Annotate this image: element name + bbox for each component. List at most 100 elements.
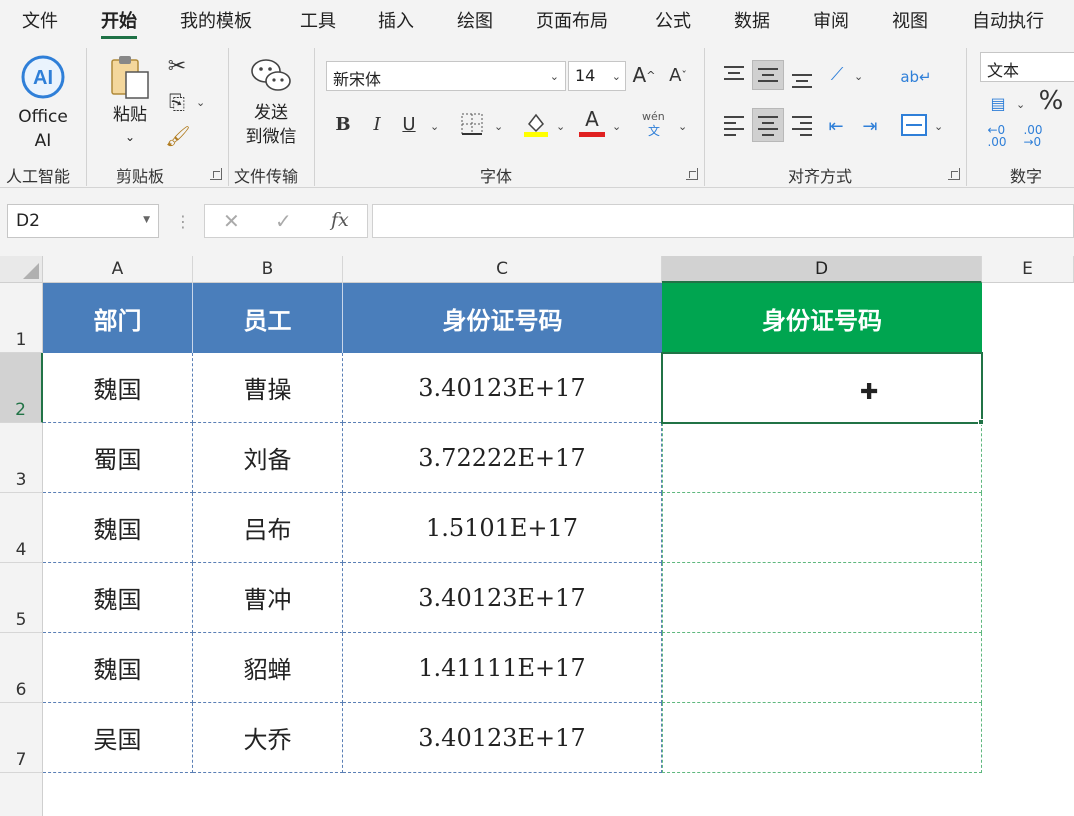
cell-d6[interactable] — [662, 633, 982, 703]
cell-d3[interactable] — [662, 423, 982, 493]
underline-button[interactable]: U — [398, 110, 420, 138]
tab-home[interactable]: 开始 — [101, 7, 137, 39]
cell-c7[interactable]: 3.40123E+17 — [343, 703, 662, 773]
tab-formulas[interactable]: 公式 — [655, 7, 691, 33]
tab-insert[interactable]: 插入 — [378, 7, 414, 33]
cell-a2[interactable]: 魏国 — [43, 353, 193, 423]
fill-color-dropdown-icon[interactable]: ⌄ — [556, 120, 565, 133]
cell-d1[interactable]: 身份证号码 — [662, 283, 982, 353]
column-header-e[interactable]: E — [982, 256, 1074, 283]
formula-input[interactable] — [372, 204, 1074, 238]
cell-c5[interactable]: 3.40123E+17 — [343, 563, 662, 633]
row-header-4[interactable]: 4 — [0, 493, 43, 563]
cell-d2[interactable] — [662, 353, 982, 423]
send-to-wechat-button[interactable]: 发送 到微信 — [238, 50, 304, 154]
align-top-icon[interactable] — [722, 64, 746, 86]
cell-a6[interactable]: 魏国 — [43, 633, 193, 703]
fill-handle[interactable] — [978, 419, 984, 425]
tab-draw[interactable]: 绘图 — [457, 7, 493, 33]
font-grow-icon[interactable]: A ^ — [632, 62, 656, 88]
increase-decimal-icon[interactable]: ←0.00 — [982, 122, 1012, 150]
tab-page-layout[interactable]: 页面布局 — [536, 7, 608, 33]
cut-icon[interactable]: ✂ — [164, 52, 190, 80]
increase-indent-icon[interactable]: ⇥ — [856, 112, 884, 140]
tab-view[interactable]: 视图 — [892, 7, 928, 33]
phonetic-guide-button[interactable]: wén 文 — [640, 110, 670, 140]
cell-b5[interactable]: 曹冲 — [193, 563, 343, 633]
tab-review[interactable]: 审阅 — [813, 7, 849, 33]
column-header-b[interactable]: B — [193, 256, 343, 283]
bold-button[interactable]: B — [332, 110, 354, 138]
cell-a4[interactable]: 魏国 — [43, 493, 193, 563]
cell-d7[interactable] — [662, 703, 982, 773]
decrease-indent-icon[interactable]: ⇤ — [822, 112, 850, 140]
copy-dropdown-icon[interactable]: ⌄ — [196, 96, 205, 109]
copy-icon[interactable]: ⎘ — [164, 88, 190, 116]
row-header-1[interactable]: 1 — [0, 283, 43, 353]
cell-a1[interactable]: 部门 — [43, 283, 193, 353]
format-painter-icon[interactable]: 🖌 — [164, 122, 192, 150]
cell-c3[interactable]: 3.72222E+17 — [343, 423, 662, 493]
insert-function-button[interactable]: fx — [331, 209, 349, 231]
number-format-select[interactable]: 文本 — [980, 52, 1074, 82]
cell-c2[interactable]: 3.40123E+17 — [343, 353, 662, 423]
row-header-5[interactable]: 5 — [0, 563, 43, 633]
cell-b6[interactable]: 貂蝉 — [193, 633, 343, 703]
cell-b2[interactable]: 曹操 — [193, 353, 343, 423]
select-all-corner[interactable] — [0, 256, 43, 283]
column-header-c[interactable]: C — [343, 256, 662, 283]
text-orientation-icon[interactable]: ⟋ — [822, 60, 852, 88]
align-middle-button[interactable] — [752, 60, 784, 90]
borders-icon[interactable] — [460, 112, 484, 136]
font-color-icon[interactable]: A — [580, 106, 604, 132]
cell-a3[interactable]: 蜀国 — [43, 423, 193, 493]
font-launcher-icon[interactable] — [686, 168, 698, 180]
phonetic-dropdown-icon[interactable]: ⌄ — [678, 120, 687, 133]
cell-c4[interactable]: 1.5101E+17 — [343, 493, 662, 563]
borders-dropdown-icon[interactable]: ⌄ — [494, 120, 503, 133]
cell-b1[interactable]: 员工 — [193, 283, 343, 353]
align-right-icon[interactable] — [790, 114, 814, 136]
confirm-icon[interactable]: ✓ — [275, 209, 292, 233]
italic-button[interactable]: I — [366, 110, 388, 138]
column-header-d[interactable]: D — [662, 256, 982, 283]
fill-color-icon[interactable] — [523, 110, 549, 138]
office-ai-button[interactable]: AI Office AI — [10, 50, 76, 151]
paste-dropdown-icon[interactable]: ⌄ — [104, 126, 156, 148]
currency-format-icon[interactable]: ▤ — [982, 90, 1014, 116]
align-left-icon[interactable] — [722, 114, 746, 136]
cell-a7[interactable]: 吴国 — [43, 703, 193, 773]
column-header-a[interactable]: A — [43, 256, 193, 283]
merge-dropdown-icon[interactable]: ⌄ — [934, 120, 943, 133]
name-box[interactable]: D2 ▼ — [7, 204, 159, 238]
row-header-2[interactable]: 2 — [0, 353, 43, 423]
percent-style-button[interactable]: % — [1036, 86, 1066, 116]
row-header-3[interactable]: 3 — [0, 423, 43, 493]
row-header-7[interactable]: 7 — [0, 703, 43, 773]
align-center-button[interactable] — [752, 108, 784, 142]
cell-b3[interactable]: 刘备 — [193, 423, 343, 493]
tab-tools[interactable]: 工具 — [300, 7, 336, 33]
tab-my-templates[interactable]: 我的模板 — [180, 7, 252, 33]
tab-file[interactable]: 文件 — [22, 7, 58, 33]
cell-d5[interactable] — [662, 563, 982, 633]
cell-c6[interactable]: 1.41111E+17 — [343, 633, 662, 703]
underline-dropdown-icon[interactable]: ⌄ — [430, 120, 439, 133]
decrease-decimal-icon[interactable]: .00 →0 — [1018, 122, 1048, 150]
cell-b4[interactable]: 吕布 — [193, 493, 343, 563]
alignment-launcher-icon[interactable] — [948, 168, 960, 180]
currency-dropdown-icon[interactable]: ⌄ — [1016, 98, 1025, 111]
cell-a5[interactable]: 魏国 — [43, 563, 193, 633]
font-shrink-icon[interactable]: Aˇ — [666, 62, 690, 88]
align-bottom-icon[interactable] — [790, 68, 814, 90]
wrap-text-icon[interactable]: ab↵ — [900, 62, 932, 92]
font-color-dropdown-icon[interactable]: ⌄ — [612, 120, 621, 133]
merge-center-icon[interactable] — [900, 112, 928, 138]
cell-c1[interactable]: 身份证号码 — [343, 283, 662, 353]
cancel-icon[interactable]: ✕ — [223, 209, 240, 233]
font-size-select[interactable]: 14 ⌄ — [568, 61, 626, 91]
tab-automate[interactable]: 自动执行 — [972, 7, 1044, 33]
orientation-dropdown-icon[interactable]: ⌄ — [854, 70, 863, 83]
cell-b7[interactable]: 大乔 — [193, 703, 343, 773]
cell-d4[interactable] — [662, 493, 982, 563]
